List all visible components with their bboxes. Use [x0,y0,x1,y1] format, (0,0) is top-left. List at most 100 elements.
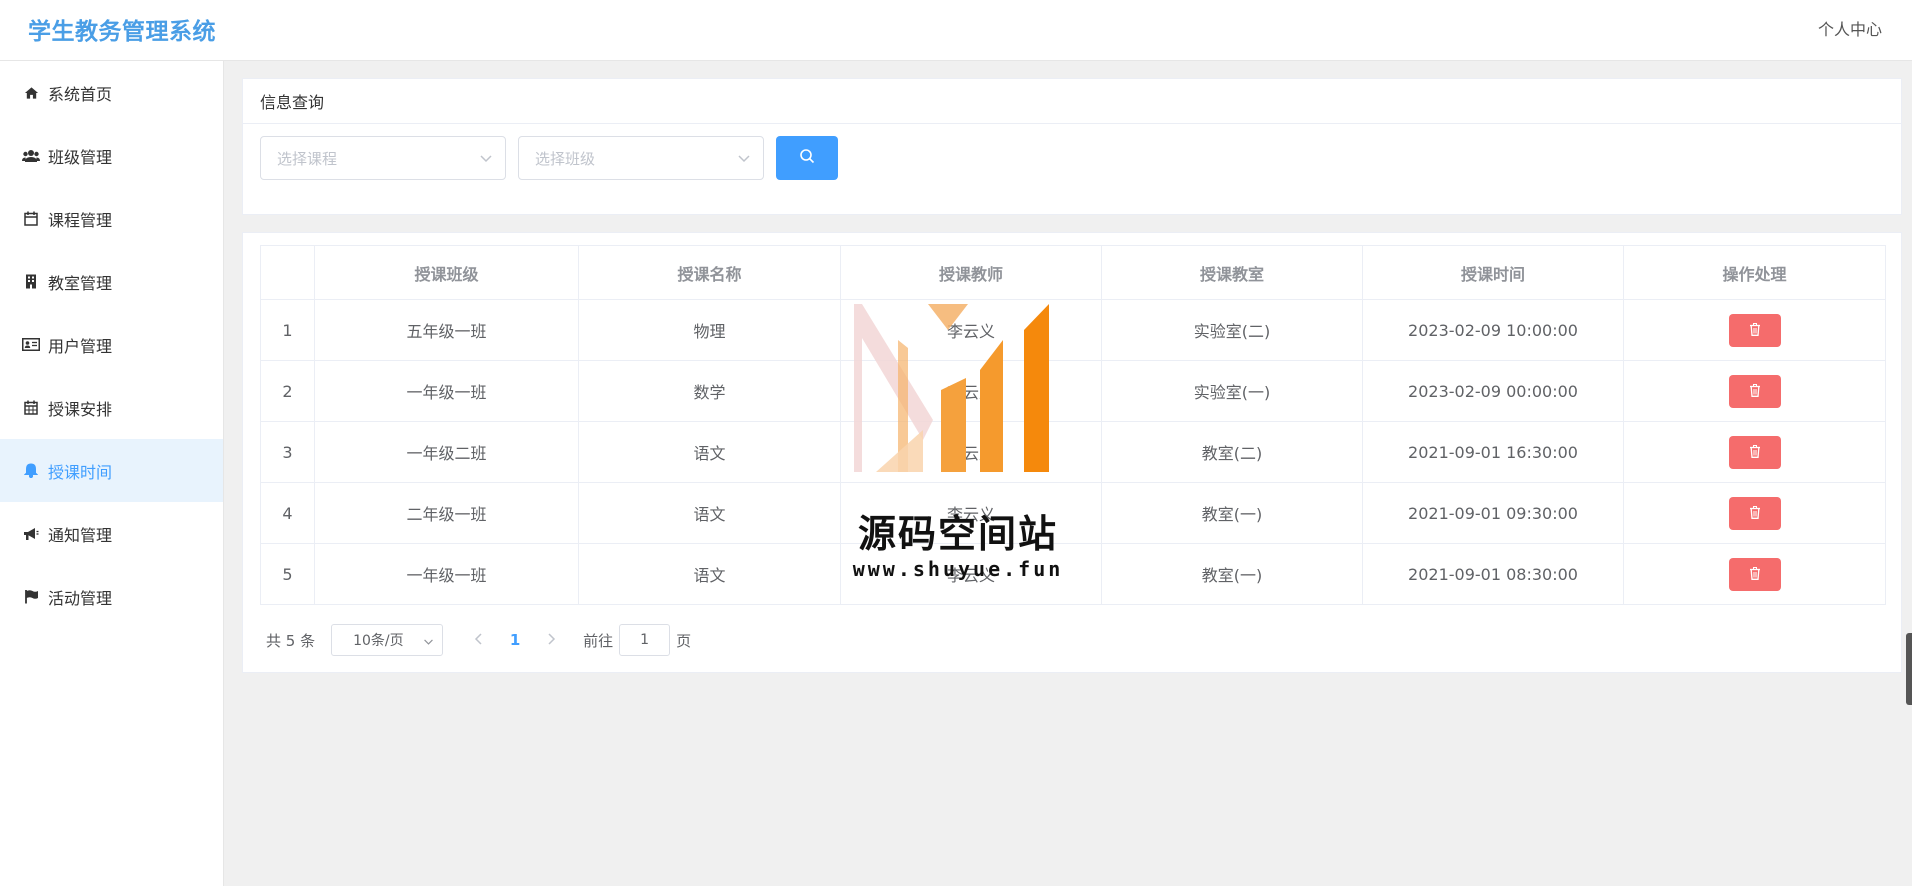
chevron-left-icon [474,631,484,649]
cell-course: 语文 [578,482,841,544]
cell-class: 二年级一班 [314,482,579,544]
page-number-current[interactable]: 1 [493,631,537,649]
cell-index: 2 [260,360,315,422]
cell-room: 教室(一) [1101,482,1363,544]
col-header-room: 授课教室 [1101,245,1363,300]
trash-icon [1749,321,1761,340]
cell-class: 一年级二班 [314,421,579,483]
sidebar-item-teaching-time[interactable]: 授课时间 [0,439,223,502]
cell-index: 3 [260,421,315,483]
users-icon [22,147,40,165]
query-form: 选择课程 选择班级 [243,124,1901,192]
sidebar-item-activity[interactable]: 活动管理 [0,565,223,628]
goto-page-input[interactable] [619,624,671,656]
cell-course: 数学 [578,360,841,422]
watermark-text: 源码空间站 [857,512,1058,556]
cell-course: 语文 [578,421,841,483]
delete-button[interactable] [1728,435,1781,469]
sidebar-item-schedule[interactable]: 授课安排 [0,376,223,439]
cell-course: 物理 [578,299,841,361]
page-unit-label: 页 [676,631,692,650]
col-header-course: 授课名称 [578,245,841,300]
next-page-button[interactable] [537,631,565,649]
query-panel: 信息查询 选择课程 选择班级 [242,78,1902,215]
watermark: 源码空间站 www.shuyue.fun [838,300,1078,590]
cell-time: 2021-09-01 09:30:00 [1362,482,1624,544]
calendar-grid-icon [22,399,40,417]
sidebar-item-label: 课程管理 [48,210,113,230]
cell-room: 实验室(一) [1101,360,1363,422]
cell-actions [1623,482,1886,544]
user-center-link[interactable]: 个人中心 [1818,16,1882,40]
cell-time: 2023-02-09 10:00:00 [1362,299,1624,361]
trash-icon [1749,382,1761,401]
app-title: 学生教务管理系统 [28,19,216,45]
cell-room: 教室(二) [1101,421,1363,483]
bullhorn-icon [22,525,40,543]
delete-button[interactable] [1728,313,1781,347]
class-select[interactable]: 选择班级 [518,136,764,180]
page-size-select[interactable]: 10条/页 [331,624,444,656]
cell-class: 一年级一班 [314,360,579,422]
calendar-icon [22,210,40,228]
sidebar: 系统首页 班级管理 课程管理 教室管理 用户管理 授课安排 授课时间 通知管理 … [0,61,224,886]
bell-icon [22,462,40,480]
query-panel-title: 信息查询 [243,79,1901,124]
sidebar-item-course[interactable]: 课程管理 [0,187,223,250]
page-size-value: 10条/页 [353,633,404,649]
cell-room: 教室(一) [1101,543,1363,605]
prev-page-button[interactable] [465,631,493,649]
cell-actions [1623,299,1886,361]
building-icon [22,273,40,291]
cell-time: 2023-02-09 00:00:00 [1362,360,1624,422]
scrollbar-handle[interactable] [1906,633,1912,705]
pagination: 共 5 条 10条/页 1 前往 页 [260,605,1884,675]
sidebar-item-label: 系统首页 [48,84,113,104]
table-header-row: 授课班级 授课名称 授课教师 授课教室 授课时间 操作处理 [260,245,1886,300]
sidebar-item-label: 活动管理 [48,588,113,608]
cell-time: 2021-09-01 16:30:00 [1362,421,1624,483]
cell-class: 五年级一班 [314,299,579,361]
chevron-right-icon [546,631,556,649]
sidebar-item-label: 教室管理 [48,273,113,293]
sidebar-item-notice[interactable]: 通知管理 [0,502,223,565]
trash-icon [1749,565,1761,584]
cell-index: 5 [260,543,315,605]
watermark-url: www.shuyue.fun [852,557,1064,581]
class-select-placeholder: 选择班级 [535,149,596,168]
goto-label: 前往 [583,631,614,650]
course-select-placeholder: 选择课程 [277,149,338,168]
cell-index: 1 [260,299,315,361]
sidebar-item-user[interactable]: 用户管理 [0,313,223,376]
chevron-down-icon [423,635,434,651]
cell-actions [1623,360,1886,422]
col-header-class: 授课班级 [314,245,579,300]
top-header: 学生教务管理系统 个人中心 [0,0,1912,61]
sidebar-item-label: 通知管理 [48,525,113,545]
sidebar-item-label: 授课安排 [48,399,113,419]
pagination-total: 共 5 条 [266,631,316,650]
home-icon [22,84,40,102]
course-select[interactable]: 选择课程 [260,136,506,180]
delete-button[interactable] [1728,374,1781,408]
cell-room: 实验室(二) [1101,299,1363,361]
sidebar-item-label: 用户管理 [48,336,113,356]
col-header-actions: 操作处理 [1623,245,1886,300]
sidebar-item-label: 授课时间 [48,462,113,482]
sidebar-item-classroom[interactable]: 教室管理 [0,250,223,313]
sidebar-item-label: 班级管理 [48,147,113,167]
flag-icon [22,588,40,606]
delete-button[interactable] [1728,557,1781,591]
sidebar-item-class[interactable]: 班级管理 [0,124,223,187]
cell-index: 4 [260,482,315,544]
id-card-icon [22,336,40,354]
chevron-down-icon [479,151,493,169]
delete-button[interactable] [1728,496,1781,530]
cell-actions [1623,543,1886,605]
search-button[interactable] [776,136,838,180]
col-header-time: 授课时间 [1362,245,1624,300]
sidebar-item-home[interactable]: 系统首页 [0,61,223,124]
watermark-logo [854,304,1049,472]
col-header-index [260,245,315,300]
trash-icon [1749,504,1761,523]
